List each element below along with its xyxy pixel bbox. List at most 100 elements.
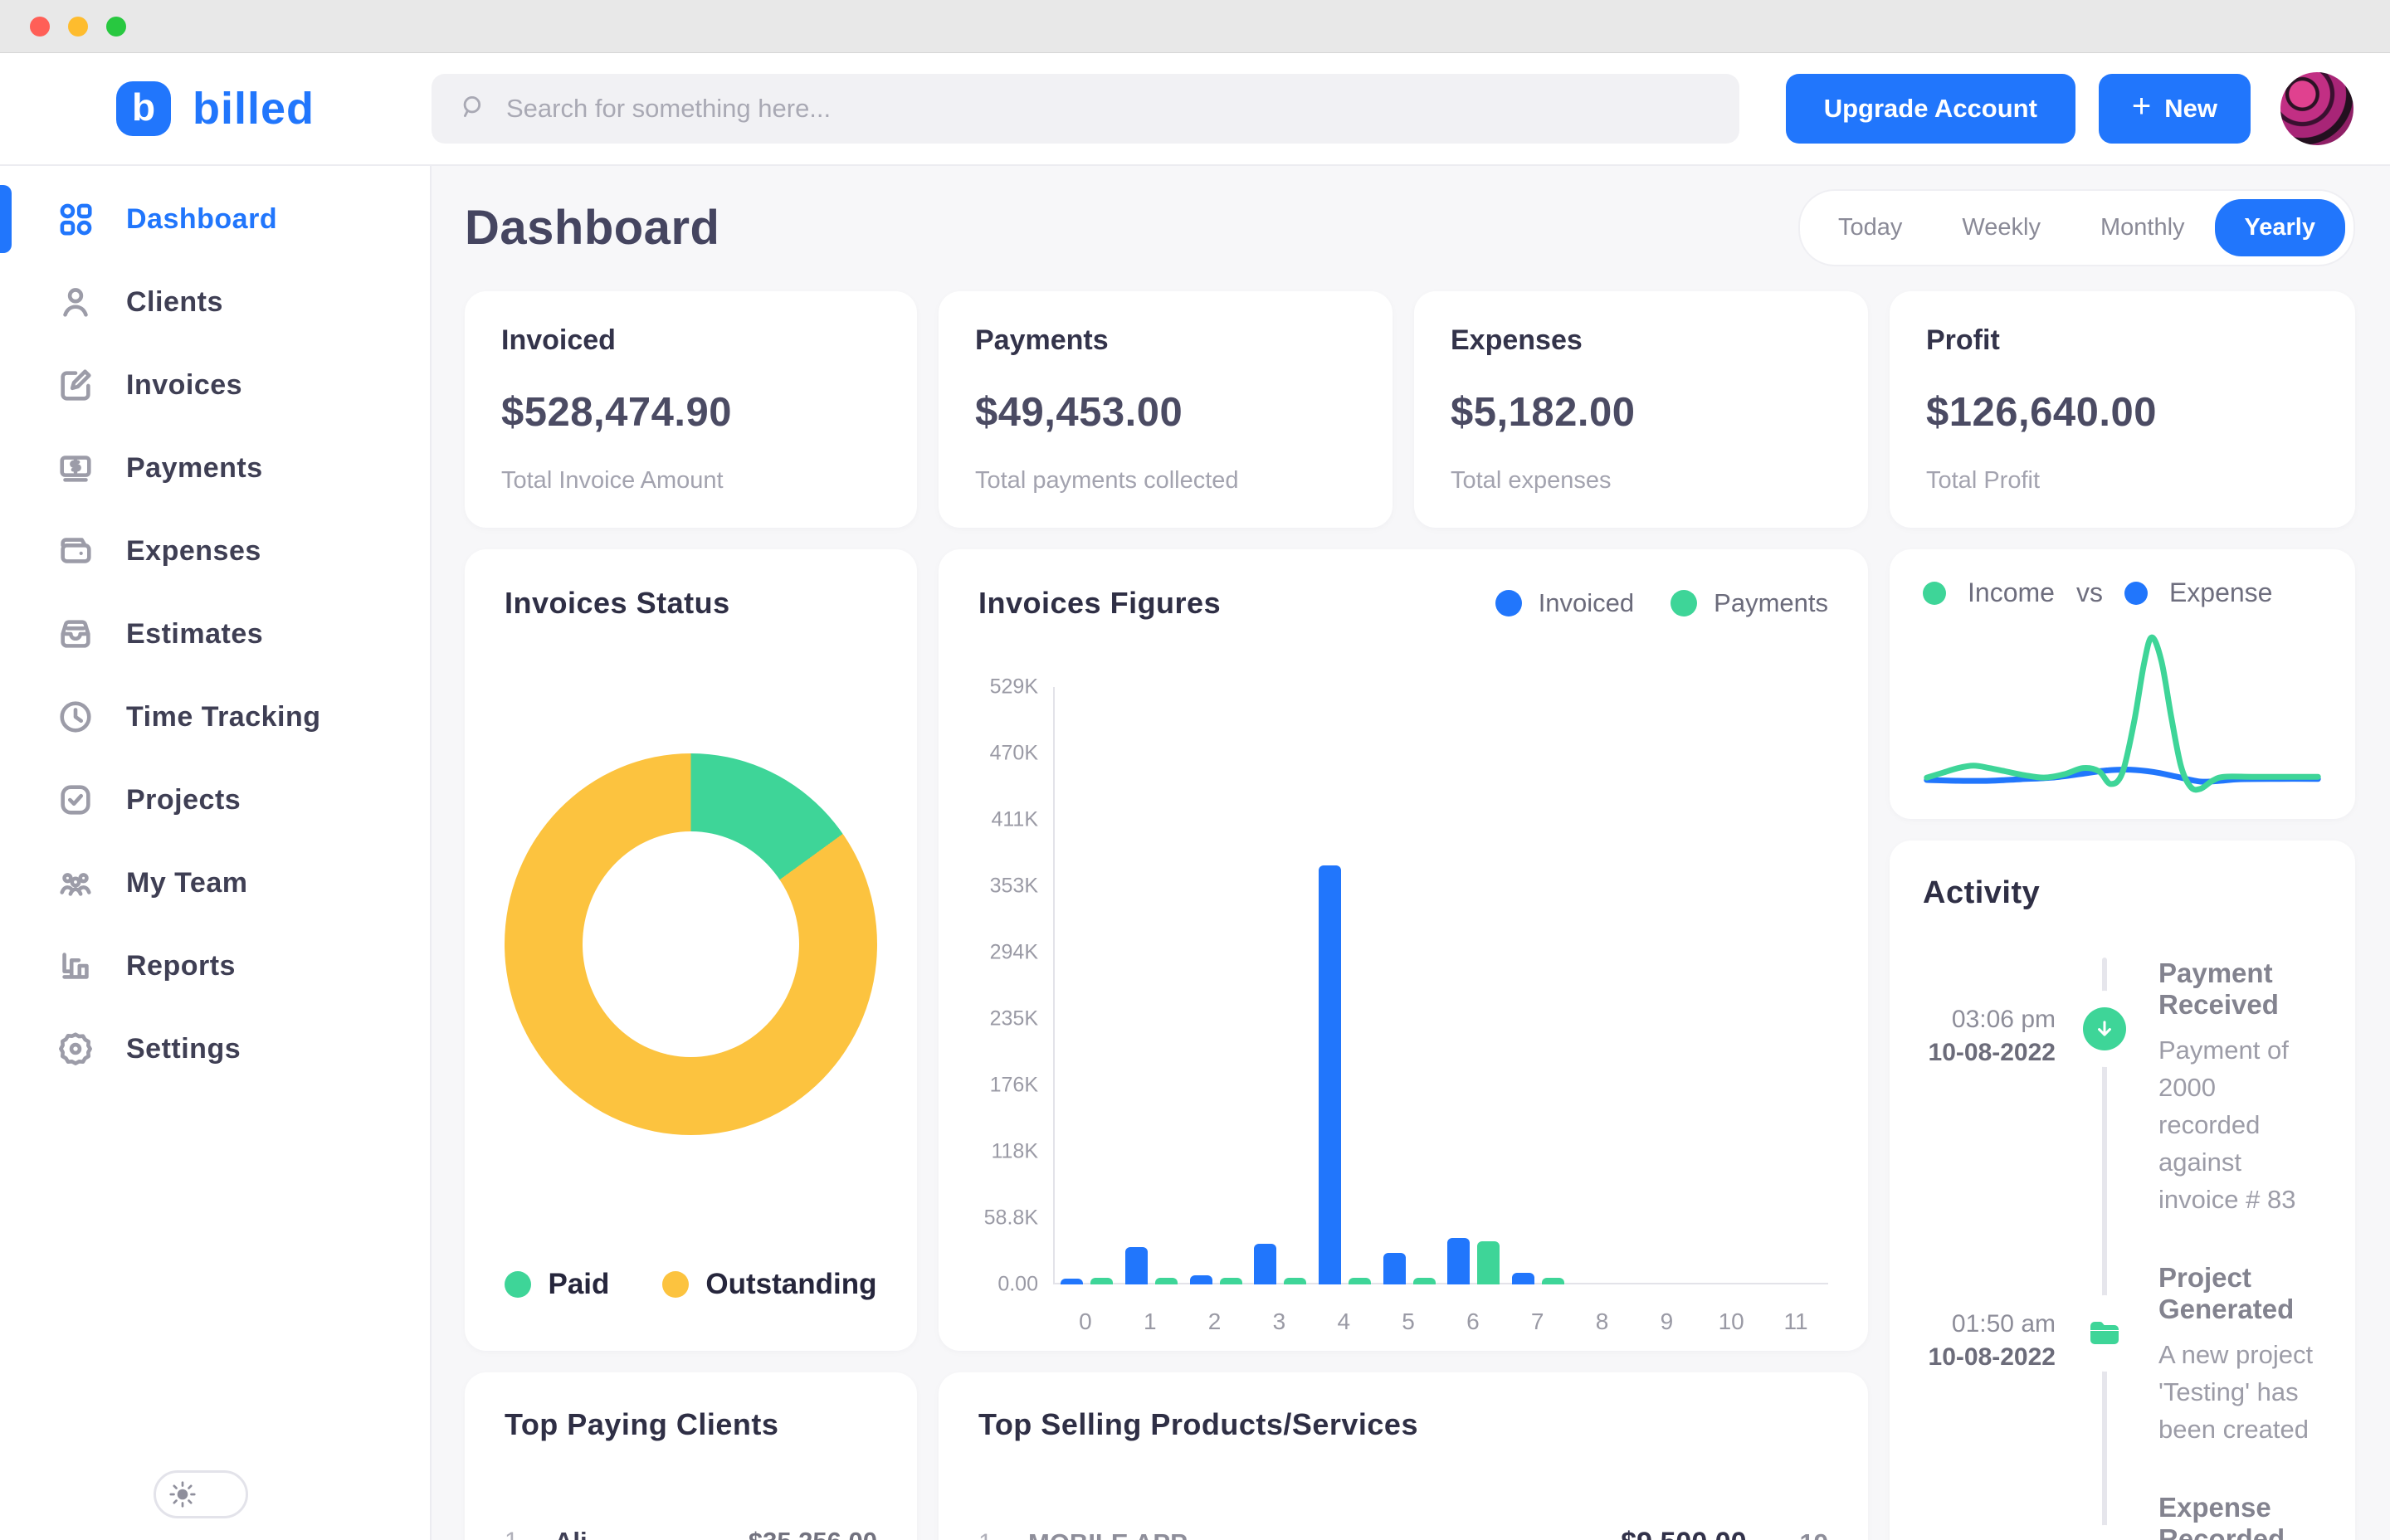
stat-caption: Total Invoice Amount (501, 467, 880, 495)
activity-entry-title: Project Generated (2158, 1262, 2322, 1325)
person-icon (56, 283, 95, 321)
invoiced-bar (1512, 1273, 1534, 1284)
activity-entry-description: Payment of 2000 recorded against invoice… (2158, 1032, 2322, 1219)
app-header: b billed Upgrade Account + New (0, 53, 2390, 166)
stat-title: Payments (975, 324, 1356, 357)
invoices-status-title: Invoices Status (505, 586, 877, 621)
activity-entry-description: A new project 'Testing' has been created (2158, 1337, 2322, 1449)
list-item[interactable]: 1 Ali $35,256.00 (505, 1527, 877, 1540)
client-name: Ali (554, 1527, 588, 1540)
x-tick-label: 3 (1246, 1309, 1311, 1335)
search-input[interactable] (506, 94, 1711, 124)
client-rank: 1 (505, 1528, 554, 1540)
sidebar-item-label: Expenses (126, 535, 261, 568)
sidebar-item-label: Reports (126, 950, 236, 982)
product-name: MOBILE APP (1028, 1528, 1188, 1540)
invoices-figures-legend: Invoiced Payments (1495, 588, 1828, 618)
activity-entry[interactable]: 03:06 pm 10-08-2022 (1923, 958, 2322, 1219)
tab-today[interactable]: Today (1808, 199, 1932, 256)
x-tick-label: 10 (1699, 1309, 1763, 1335)
team-icon (56, 864, 95, 902)
y-tick-label: 470K (990, 741, 1038, 765)
wallet-icon (2066, 1525, 2143, 1540)
sidebar-item-settings[interactable]: Settings (0, 1007, 430, 1090)
activity-timeline: 03:06 pm 10-08-2022 (1923, 958, 2322, 1540)
list-item[interactable]: 1 MOBILE APP $9,500.00 19 (978, 1527, 1828, 1540)
stat-title: Expenses (1451, 324, 1832, 357)
sidebar-item-invoices[interactable]: Invoices (0, 344, 430, 426)
search-bar[interactable] (432, 74, 1739, 144)
stat-value: $126,640.00 (1926, 389, 2319, 436)
theme-toggle[interactable] (154, 1470, 248, 1518)
income-expense-line-chart (1923, 616, 2322, 797)
main-content: Dashboard Today Weekly Monthly Yearly In… (432, 166, 2390, 1540)
income-expense-card: Income vs Expense (1890, 549, 2355, 819)
tab-weekly[interactable]: Weekly (1932, 199, 2071, 256)
x-tick-label: 8 (1570, 1309, 1635, 1335)
sidebar-item-estimates[interactable]: Estimates (0, 592, 430, 675)
active-indicator (0, 185, 12, 253)
sidebar-item-projects[interactable]: Projects (0, 758, 430, 841)
sidebar-item-my-team[interactable]: My Team (0, 841, 430, 924)
page-title: Dashboard (465, 200, 719, 256)
activity-entry[interactable]: 01:50 am 10-08-2022 Project Generated A (1923, 1262, 2322, 1449)
payments-bar (1477, 1241, 1500, 1284)
product-rank: 1 (978, 1529, 1028, 1540)
activity-entry[interactable]: 02:03 am 03-08-2022 Expense Recorded $5 (1923, 1492, 2322, 1540)
invoices-status-card: Invoices Status Paid Outstanding (465, 549, 917, 1351)
logo-wordmark: billed (193, 83, 315, 134)
activity-title: Activity (1923, 875, 2322, 911)
payments-bar (1542, 1278, 1564, 1284)
activity-date: 10-08-2022 (1923, 1039, 2056, 1067)
gear-icon (56, 1030, 95, 1068)
maximize-window-button[interactable] (106, 17, 126, 37)
paid-legend-dot (505, 1271, 531, 1298)
invoiced-legend-dot (1495, 590, 1522, 616)
stat-card-profit: Profit $126,640.00 Total Profit (1890, 291, 2355, 528)
sidebar-item-expenses[interactable]: Expenses (0, 509, 430, 592)
y-tick-label: 411K (991, 807, 1038, 831)
tab-yearly[interactable]: Yearly (2215, 199, 2345, 256)
stat-value: $528,474.90 (501, 389, 880, 436)
outstanding-legend-label: Outstanding (705, 1268, 876, 1301)
x-tick-label: 1 (1118, 1309, 1183, 1335)
expense-legend-label: Expense (2169, 578, 2273, 608)
close-window-button[interactable] (30, 17, 50, 37)
x-tick-label: 7 (1505, 1309, 1570, 1335)
sidebar-item-time-tracking[interactable]: Time Tracking (0, 675, 430, 758)
outstanding-legend-dot (662, 1271, 689, 1298)
stat-card-payments: Payments $49,453.00 Total payments colle… (939, 291, 1393, 528)
payments-bar (1155, 1278, 1178, 1284)
upgrade-account-button[interactable]: Upgrade Account (1786, 74, 2075, 144)
sidebar-item-label: Settings (126, 1033, 241, 1065)
x-tick-label: 4 (1311, 1309, 1376, 1335)
vs-label: vs (2076, 578, 2103, 608)
invoiced-bar (1190, 1275, 1212, 1284)
tab-monthly[interactable]: Monthly (2071, 199, 2215, 256)
x-tick-label: 6 (1441, 1309, 1505, 1335)
new-button[interactable]: + New (2099, 74, 2251, 144)
client-amount: $35,256.00 (749, 1527, 877, 1540)
user-avatar[interactable] (2280, 72, 2353, 145)
sidebar-item-reports[interactable]: Reports (0, 924, 430, 1007)
logo-icon: b (116, 81, 171, 136)
sidebar-item-clients[interactable]: Clients (0, 261, 430, 344)
payments-bar (1413, 1278, 1436, 1284)
check-square-icon (56, 781, 95, 819)
y-tick-label: 529K (990, 675, 1038, 699)
y-tick-label: 353K (990, 875, 1038, 899)
top-paying-clients-card: Top Paying Clients 1 Ali $35,256.00 (465, 1372, 917, 1540)
sidebar-item-payments[interactable]: Payments (0, 426, 430, 509)
payments-bar (1349, 1278, 1371, 1284)
payments-bar (1220, 1278, 1242, 1284)
sidebar-item-dashboard[interactable]: Dashboard (0, 178, 430, 261)
plus-icon: + (2132, 106, 2151, 111)
activity-date: 10-08-2022 (1923, 1343, 2056, 1372)
activity-card: Activity 03:06 pm 10-08-2022 (1890, 841, 2355, 1540)
income-legend-label: Income (1968, 578, 2055, 608)
sidebar-item-label: Invoices (126, 369, 242, 402)
invoiced-bar (1383, 1253, 1406, 1284)
invoices-figures-card: Invoices Figures Invoiced Payments (939, 549, 1868, 1351)
minimize-window-button[interactable] (68, 17, 88, 37)
stat-title: Profit (1926, 324, 2319, 357)
